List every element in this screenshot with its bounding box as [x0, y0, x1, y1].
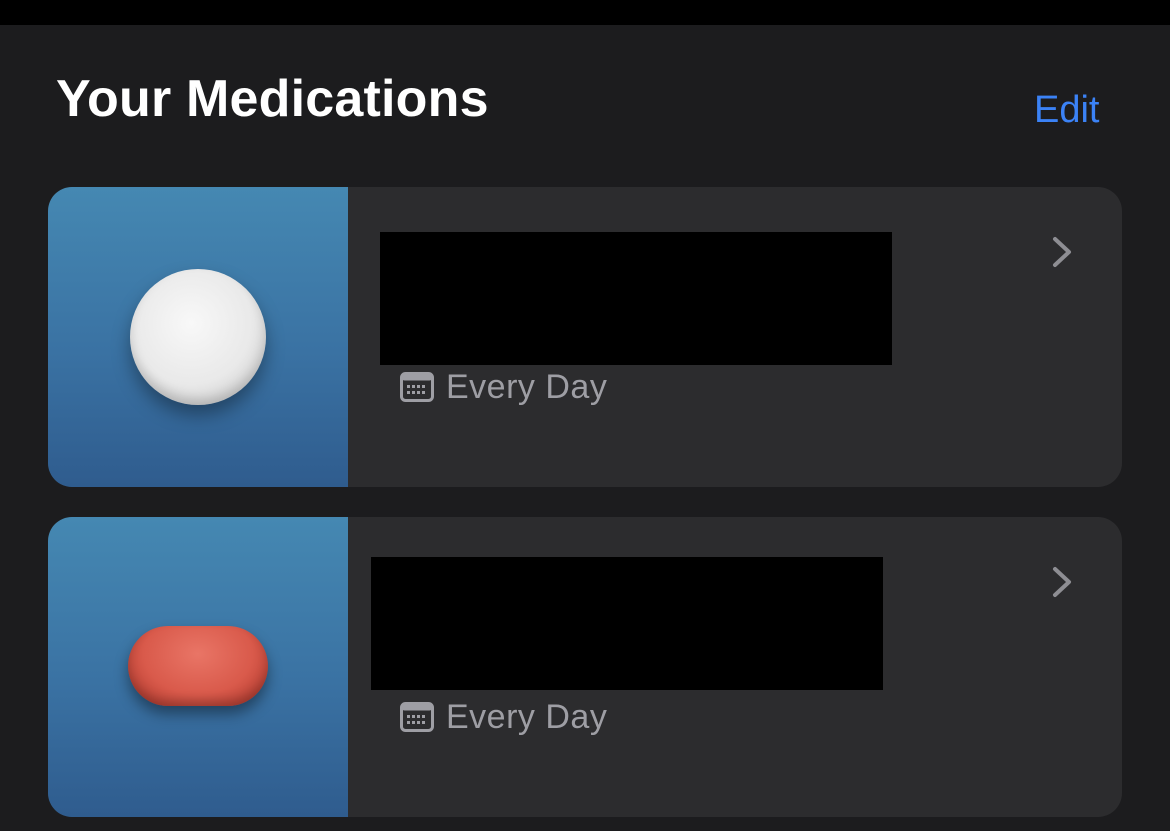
edit-button[interactable]: Edit	[1034, 91, 1099, 129]
white-round-pill-icon	[130, 269, 266, 405]
medication-thumbnail	[48, 517, 348, 817]
page-title: Your Medications	[56, 70, 489, 128]
redacted-medication-name	[380, 232, 892, 365]
schedule-row: Every Day	[400, 367, 607, 407]
calendar-icon	[400, 372, 434, 402]
chevron-right-icon	[1053, 567, 1071, 597]
medication-card[interactable]: Every Day	[48, 187, 1122, 487]
calendar-icon	[400, 702, 434, 732]
status-bar	[0, 0, 1170, 25]
schedule-label: Every Day	[446, 697, 608, 736]
chevron-right-icon	[1053, 237, 1071, 267]
schedule-row: Every Day	[400, 697, 607, 737]
medication-thumbnail	[48, 187, 348, 487]
red-capsule-pill-icon	[128, 626, 268, 706]
schedule-label: Every Day	[446, 367, 608, 406]
medication-card[interactable]: Every Day	[48, 517, 1122, 817]
redacted-medication-name	[371, 557, 883, 690]
